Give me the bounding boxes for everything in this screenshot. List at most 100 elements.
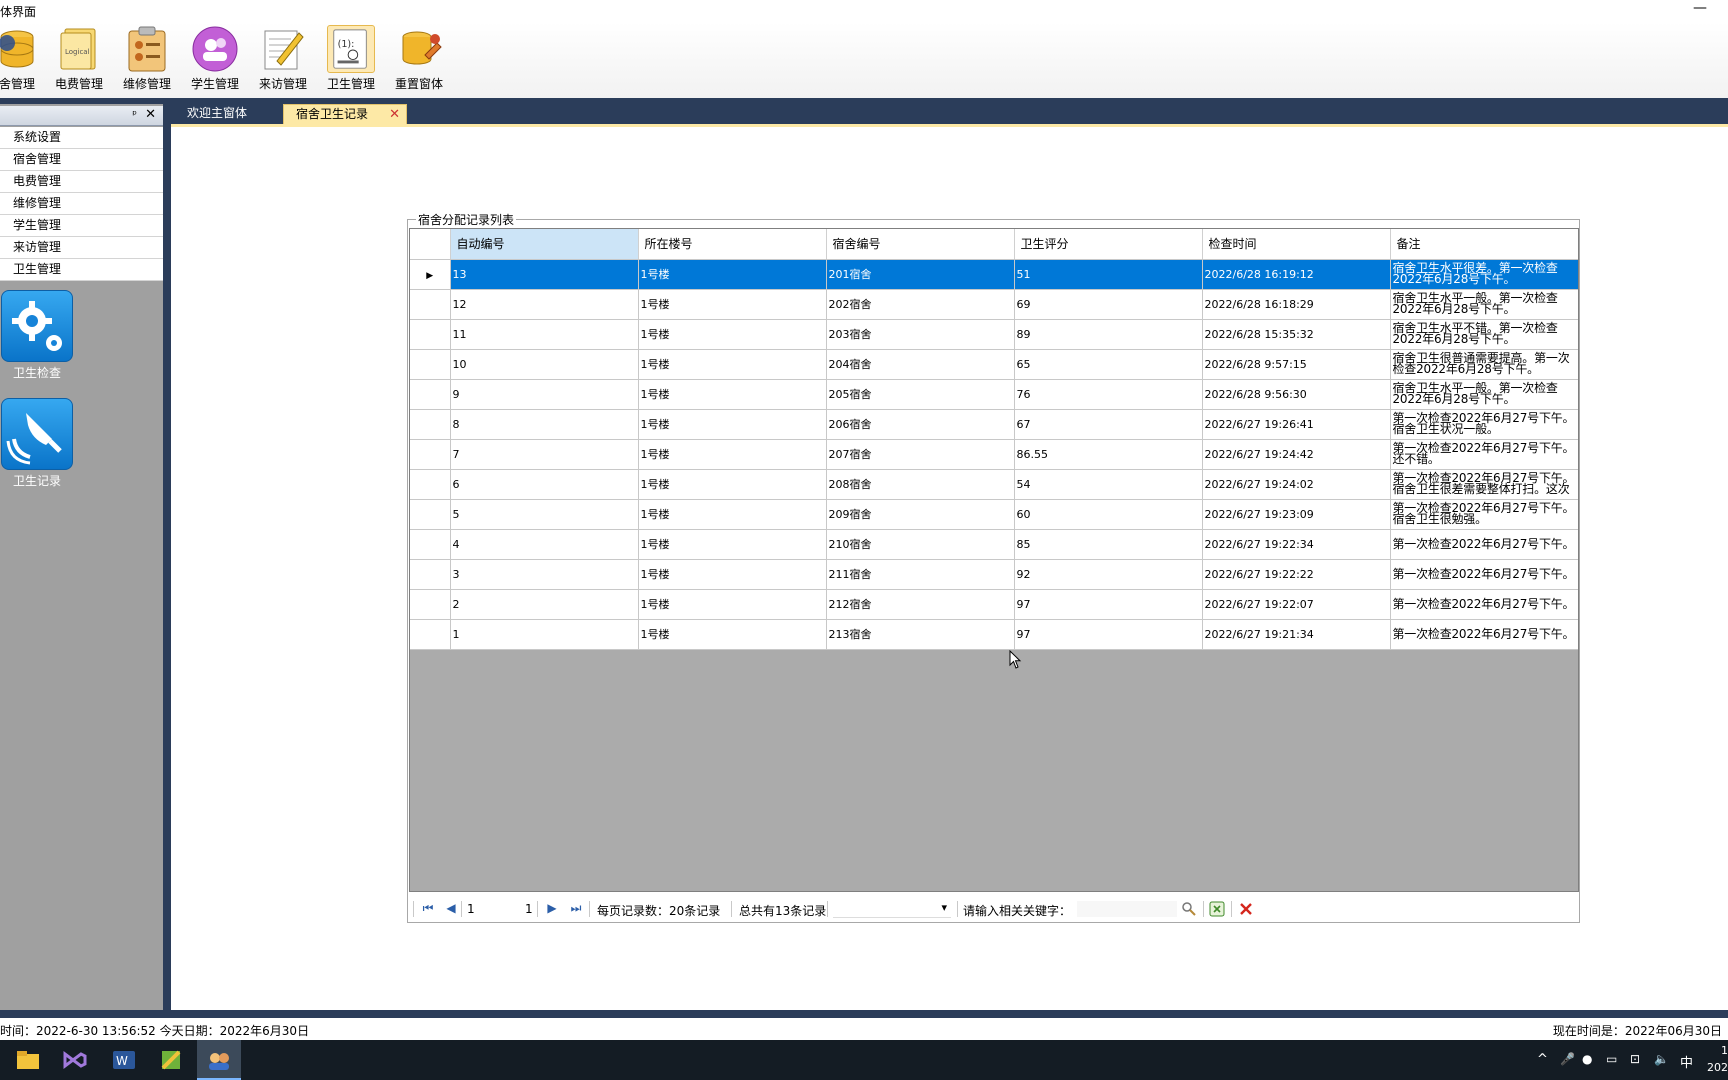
cell-id[interactable]: 9: [450, 379, 639, 410]
word-icon[interactable]: W: [101, 1040, 145, 1080]
cell-note[interactable]: 宿舍卫生水平一般。第一次检查2022年6月28号下午。: [1390, 289, 1578, 320]
records-grid[interactable]: 自动编号 所在楼号 宿舍编号 卫生评分 检查时间 备注 ▶ 13 1号楼 201宿舍 5…: [409, 228, 1579, 892]
cell-room[interactable]: 204宿舍: [826, 349, 1015, 380]
clock[interactable]: 1 202: [1707, 1042, 1728, 1076]
tab-welcome[interactable]: 欢迎主窗体: [175, 104, 263, 124]
row-header[interactable]: [410, 619, 451, 650]
cell-note[interactable]: 第一次检查2022年6月27号下午。: [1390, 619, 1578, 650]
cell-note[interactable]: 宿舍卫生水平不错。第一次检查2022年6月28号下午。: [1390, 319, 1578, 350]
cell-building[interactable]: 1号楼: [638, 529, 827, 560]
nav-item-repair[interactable]: 维修管理: [0, 193, 163, 215]
cell-id[interactable]: 5: [450, 499, 639, 530]
row-header[interactable]: [410, 289, 451, 320]
cell-time[interactable]: 2022/6/28 15:35:32: [1202, 319, 1391, 350]
cell-score[interactable]: 89: [1014, 319, 1203, 350]
column-header-time[interactable]: 检查时间: [1202, 229, 1391, 260]
cell-room[interactable]: 207宿舍: [826, 439, 1015, 470]
cell-note[interactable]: 第一次检查2022年6月27号下午。: [1390, 559, 1578, 590]
nav-item-visitors[interactable]: 来访管理: [0, 237, 163, 259]
prev-page-icon[interactable]: ◀: [444, 901, 458, 917]
column-header-note[interactable]: 备注: [1390, 229, 1578, 260]
cell-building[interactable]: 1号楼: [638, 289, 827, 320]
cell-time[interactable]: 2022/6/28 9:56:30: [1202, 379, 1391, 410]
cell-note[interactable]: 第一次检查2022年6月27号下午。: [1390, 589, 1578, 620]
row-header[interactable]: [410, 409, 451, 440]
cell-time[interactable]: 2022/6/27 19:21:34: [1202, 619, 1391, 650]
cell-building[interactable]: 1号楼: [638, 619, 827, 650]
search-icon[interactable]: [1181, 901, 1197, 920]
nav-item-students[interactable]: 学生管理: [0, 215, 163, 237]
row-header[interactable]: ▶: [410, 259, 451, 290]
cell-note[interactable]: 第一次检查2022年6月27号下午。还不错。: [1390, 439, 1578, 470]
toolbar-button-reset[interactable]: 重置窗体: [386, 25, 452, 95]
cell-id[interactable]: 10: [450, 349, 639, 380]
cell-id[interactable]: 1: [450, 619, 639, 650]
nav-item-electric[interactable]: 电费管理: [0, 171, 163, 193]
cell-note[interactable]: 宿舍卫生水平很差。第一次检查2022年6月28号下午。: [1390, 259, 1578, 290]
cell-time[interactable]: 2022/6/28 9:57:15: [1202, 349, 1391, 380]
cell-time[interactable]: 2022/6/27 19:22:34: [1202, 529, 1391, 560]
row-header[interactable]: [410, 319, 451, 350]
cell-id[interactable]: 13: [450, 259, 639, 290]
cell-time[interactable]: 2022/6/27 19:26:41: [1202, 409, 1391, 440]
cell-score[interactable]: 86.55: [1014, 439, 1203, 470]
cell-score[interactable]: 60: [1014, 499, 1203, 530]
cell-score[interactable]: 76: [1014, 379, 1203, 410]
table-row[interactable]: 1 1号楼 213宿舍 97 2022/6/27 19:21:34 第一次检查2022年6…: [410, 619, 1578, 650]
cell-score[interactable]: 67: [1014, 409, 1203, 440]
cell-score[interactable]: 65: [1014, 349, 1203, 380]
cell-room[interactable]: 208宿舍: [826, 469, 1015, 500]
table-row[interactable]: 12 1号楼 202宿舍 69 2022/6/28 16:18:29 宿舍卫生水平一般。第…: [410, 289, 1578, 320]
page-number-input[interactable]: [467, 902, 507, 916]
cell-room[interactable]: 213宿舍: [826, 619, 1015, 650]
cell-building[interactable]: 1号楼: [638, 409, 827, 440]
row-header[interactable]: [410, 349, 451, 380]
next-page-icon[interactable]: ▶: [545, 901, 559, 917]
table-row[interactable]: 4 1号楼 210宿舍 85 2022/6/27 19:22:34 第一次检查2022年6…: [410, 529, 1578, 560]
cell-time[interactable]: 2022/6/27 19:24:42: [1202, 439, 1391, 470]
row-header[interactable]: [410, 469, 451, 500]
row-header[interactable]: [410, 559, 451, 590]
cell-building[interactable]: 1号楼: [638, 259, 827, 290]
nav-item-hygiene[interactable]: 卫生管理: [0, 259, 163, 281]
table-row[interactable]: 9 1号楼 205宿舍 76 2022/6/28 9:56:30 宿舍卫生水平一般。第一次…: [410, 379, 1578, 410]
cell-score[interactable]: 69: [1014, 289, 1203, 320]
dorm-app-icon[interactable]: [197, 1040, 241, 1080]
battery-icon[interactable]: ▭: [1606, 1052, 1617, 1066]
cell-building[interactable]: 1号楼: [638, 589, 827, 620]
dock-splitter[interactable]: [163, 124, 171, 1010]
cell-room[interactable]: 206宿舍: [826, 409, 1015, 440]
cell-building[interactable]: 1号楼: [638, 469, 827, 500]
input-method-indicator[interactable]: 中: [1680, 1052, 1693, 1071]
cell-building[interactable]: 1号楼: [638, 319, 827, 350]
cell-room[interactable]: 209宿舍: [826, 499, 1015, 530]
column-header-score[interactable]: 卫生评分: [1014, 229, 1203, 260]
cell-id[interactable]: 3: [450, 559, 639, 590]
column-header-id[interactable]: 自动编号: [450, 229, 639, 260]
cell-score[interactable]: 97: [1014, 619, 1203, 650]
toolbar-button-dorm[interactable]: 舍管理: [0, 25, 50, 95]
row-header[interactable]: [410, 439, 451, 470]
table-row[interactable]: 3 1号楼 211宿舍 92 2022/6/27 19:22:22 第一次检查2022年6…: [410, 559, 1578, 590]
close-icon[interactable]: ✕: [145, 107, 156, 122]
column-header-building[interactable]: 所在楼号: [638, 229, 827, 260]
table-row[interactable]: 7 1号楼 207宿舍 86.55 2022/6/27 19:24:42 第一次检查202…: [410, 439, 1578, 470]
row-header[interactable]: [410, 589, 451, 620]
tile-hygiene-record[interactable]: 卫生记录: [1, 398, 73, 489]
cell-score[interactable]: 97: [1014, 589, 1203, 620]
cell-room[interactable]: 205宿舍: [826, 379, 1015, 410]
clear-icon[interactable]: [1238, 901, 1254, 920]
toolbar-button-repair[interactable]: 维修管理: [114, 25, 180, 95]
cell-room[interactable]: 201宿舍: [826, 259, 1015, 290]
table-row[interactable]: 11 1号楼 203宿舍 89 2022/6/28 15:35:32 宿舍卫生水平不错。第…: [410, 319, 1578, 350]
cell-building[interactable]: 1号楼: [638, 439, 827, 470]
cell-note[interactable]: 第一次检查2022年6月27号下午。宿舍卫生状况一般。: [1390, 409, 1578, 440]
cell-room[interactable]: 210宿舍: [826, 529, 1015, 560]
pin-icon[interactable]: ᵖ: [132, 108, 137, 121]
network-icon[interactable]: ⊡: [1630, 1052, 1640, 1066]
cell-note[interactable]: 第一次检查2022年6月27号下午。宿舍卫生很勉强。: [1390, 499, 1578, 530]
visual-studio-icon[interactable]: [53, 1040, 97, 1080]
row-header[interactable]: [410, 499, 451, 530]
cell-building[interactable]: 1号楼: [638, 349, 827, 380]
cell-room[interactable]: 211宿舍: [826, 559, 1015, 590]
